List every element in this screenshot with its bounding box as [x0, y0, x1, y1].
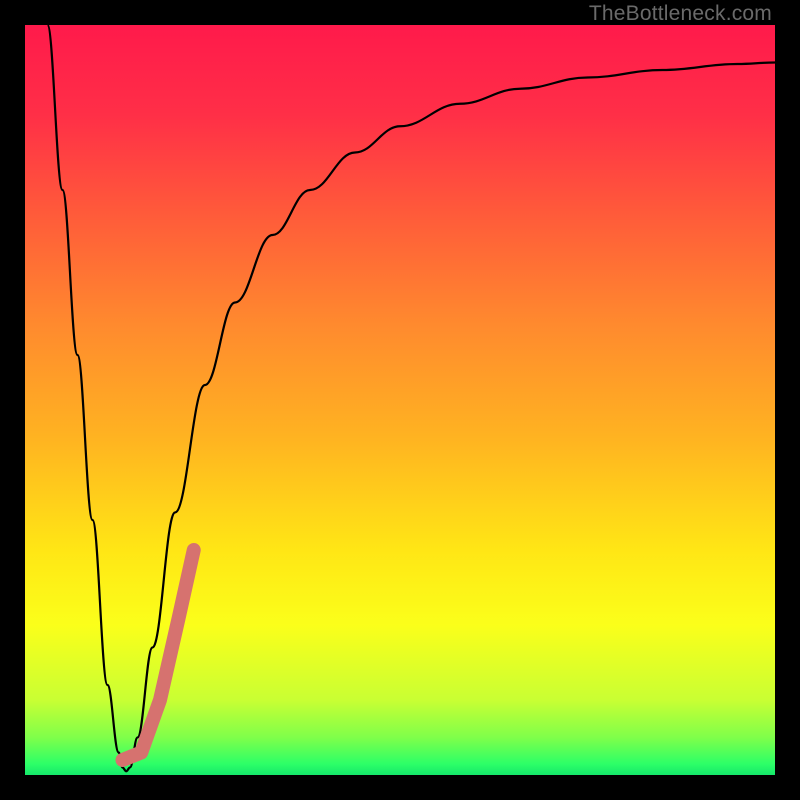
- chart-frame: [25, 25, 775, 775]
- plot-svg: [25, 25, 775, 775]
- gradient-background: [25, 25, 775, 775]
- watermark-text: TheBottleneck.com: [589, 2, 772, 26]
